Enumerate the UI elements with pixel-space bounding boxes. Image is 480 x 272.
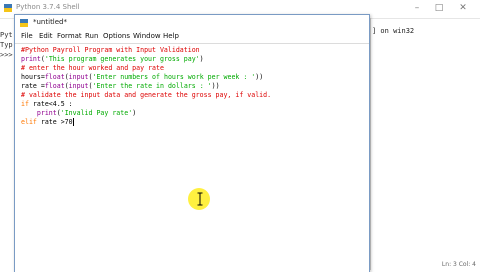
maximize-icon[interactable]: □ [432,2,446,14]
menu-window[interactable]: Window [133,32,161,40]
code-line-6: # validate the input data and generate t… [21,91,272,99]
code-text: hours= [21,73,45,81]
shell-prompt: >>> [0,51,13,59]
code-string: 'This program generates your gross pay' [44,55,200,63]
code-line-9: elif rate >70 [21,118,74,127]
code-builtin: float [44,73,65,81]
code-builtin: float [44,82,65,90]
code-line-8: print('Invalid Pay rate') [36,109,137,117]
code-string: 'Enter the rate in dollars : ' [92,82,212,90]
python-icon [4,4,12,12]
shell-title: Python 3.7.4 Shell [16,3,80,11]
editor-titlebar[interactable]: *untitled* [15,15,369,31]
shell-line: Typ [0,41,13,49]
text-caret [72,118,74,126]
shell-output-left: Pyt Typ >>> [0,30,14,60]
code-builtin: input [68,82,89,90]
code-builtin: print [21,55,41,63]
shell-output-right: ] on win32 [372,27,415,35]
editor-title: *untitled* [33,18,68,26]
menu-format[interactable]: Format [57,32,82,40]
code-text: )) [211,82,220,90]
shell-line: Pyt [0,31,13,39]
code-string: 'Enter numbers of hours work per week : … [92,73,256,81]
menu-file[interactable]: File [21,32,33,40]
code-string: 'Invalid Pay rate' [60,109,133,117]
code-line-4: hours=float(input('Enter numbers of hour… [21,73,264,81]
code-line-7: if rate<4.5 : [21,100,73,109]
editor-window[interactable]: *untitled* File Edit Format Run Options … [14,14,370,272]
code-line-1: #Python Payroll Program with Input Valid… [21,46,200,54]
code-line-2: print('This program generates your gross… [21,55,204,63]
menu-options[interactable]: Options [103,32,130,40]
code-text: rate = [21,82,45,90]
shell-status-bar: Ln: 3 Col: 4 [441,261,476,268]
shell-scrollbar[interactable] [370,18,371,270]
menu-help[interactable]: Help [163,32,179,40]
code-line-3: # enter the hour worked and pay rate [21,64,164,72]
code-text: rate<4.5 : [28,100,73,108]
ibeam-cursor-icon [197,192,203,206]
code-text: )) [255,73,264,81]
code-keyword: if [21,100,29,108]
code-editor[interactable]: #Python Payroll Program with Input Valid… [15,43,369,272]
menu-run[interactable]: Run [85,32,98,40]
code-text: rate >70 [36,118,73,126]
menu-edit[interactable]: Edit [39,32,53,40]
code-line-5: rate =float(input('Enter the rate in dol… [21,82,220,90]
close-icon[interactable]: ✕ [456,2,470,14]
menu-bar: File Edit Format Run Options Window Help [15,31,369,43]
minimize-icon[interactable]: – [410,2,424,14]
code-builtin: print [36,109,57,117]
code-builtin: input [68,73,89,81]
code-keyword: elif [21,118,37,126]
python-icon [20,19,28,27]
